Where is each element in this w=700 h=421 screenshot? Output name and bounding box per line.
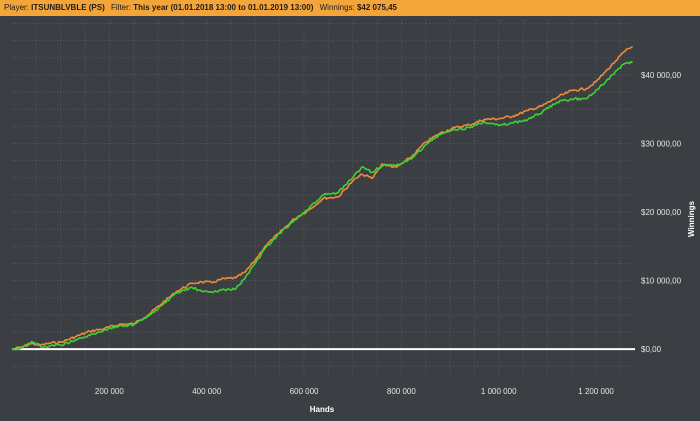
x-axis-title: Hands — [310, 405, 335, 414]
y-tick-label: $40 000,00 — [641, 71, 682, 80]
x-tick-label: 1 200 000 — [578, 387, 614, 396]
graph-svg: 200 000 400 000 600 000 800 000 1 000 000 1 2… — [11, 20, 696, 414]
report-header: Player: ITSUNBLVBLE (PS) Filter: This ye… — [0, 0, 700, 16]
y-tick-label: $30 000,00 — [641, 139, 682, 148]
x-tick-label: 400 000 — [192, 387, 221, 396]
y-tick-label: $10 000,00 — [641, 277, 682, 286]
filter-value: This year (01.01.2018 13:00 to 01.01.201… — [133, 3, 314, 12]
filter-key: Filter: — [111, 3, 132, 12]
winnings-graph: 200 000 400 000 600 000 800 000 1 000 000 1 2… — [0, 16, 700, 421]
x-tick-labels: 200 000 400 000 600 000 800 000 1 000 000 1 2… — [95, 387, 615, 396]
x-tick-label: 1 000 000 — [481, 387, 517, 396]
y-tick-label: $0,00 — [641, 345, 662, 354]
x-tick-label: 600 000 — [290, 387, 319, 396]
player-value: ITSUNBLVBLE (PS) — [31, 3, 105, 12]
x-tick-label: 200 000 — [95, 387, 124, 396]
y-axis-title: Winnings — [687, 200, 696, 236]
winnings-key: Winnings: — [319, 3, 355, 12]
winnings-value: $42 075,45 — [356, 3, 398, 12]
x-tick-label: 800 000 — [387, 387, 416, 396]
y-tick-label: $20 000,00 — [641, 208, 682, 217]
y-tick-labels: $0,00 $10 000,00 $20 000,00 $30 000,00 $40 0… — [641, 71, 682, 354]
player-key: Player: — [4, 3, 29, 12]
